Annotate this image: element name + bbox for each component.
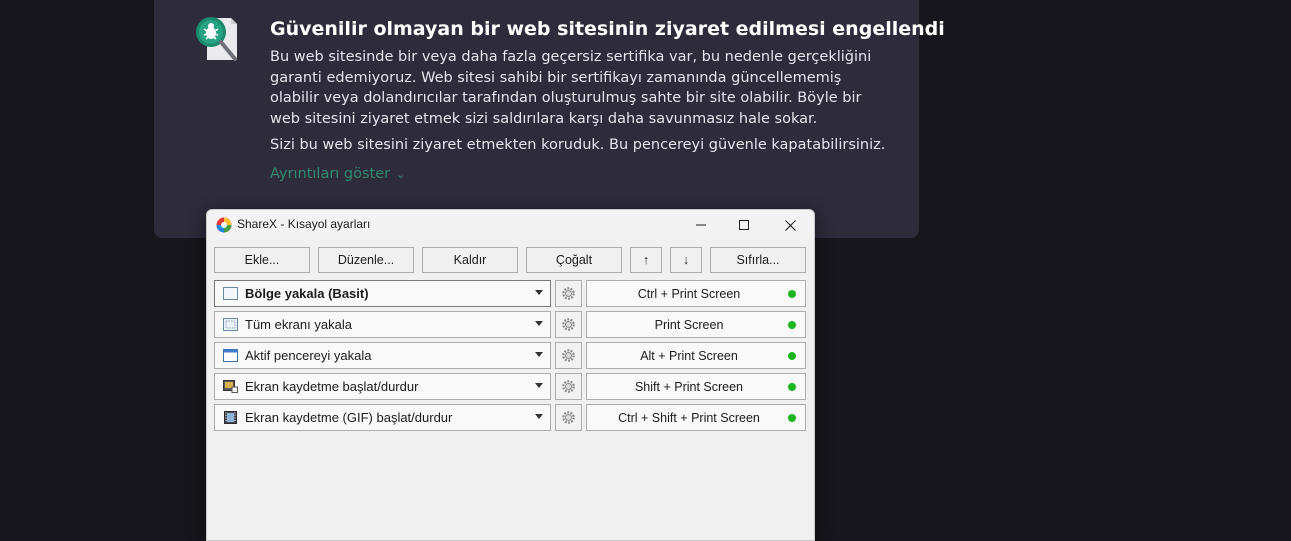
hotkey-input[interactable]: Print Screen (586, 311, 806, 338)
hotkey-label: Alt + Print Screen (640, 349, 738, 363)
chevron-down-icon: ⌄ (396, 168, 406, 181)
hotkey-label: Ctrl + Shift + Print Screen (618, 411, 760, 425)
task-select[interactable]: Aktif pencereyi yakala (214, 342, 551, 369)
close-icon (784, 219, 796, 231)
task-select[interactable]: Ekran kaydetme başlat/durdur (214, 373, 551, 400)
hotkey-row: Aktif pencereyi yakala Alt + Print Scree… (207, 342, 814, 369)
minimize-icon (696, 224, 706, 226)
window-titlebar[interactable]: ShareX - Kısayol ayarları (207, 210, 814, 240)
move-up-button[interactable]: ↑ (630, 247, 662, 273)
hotkey-status-indicator (788, 414, 796, 422)
chevron-down-icon (535, 290, 543, 295)
chevron-down-icon (535, 352, 543, 357)
hotkey-label: Ctrl + Print Screen (637, 287, 741, 301)
hotkey-status-indicator (788, 321, 796, 329)
task-settings-button[interactable] (555, 280, 582, 307)
task-select[interactable]: Bölge yakala (Basit) (214, 280, 551, 307)
gear-icon (562, 411, 575, 424)
task-select[interactable]: Tüm ekranı yakala (214, 311, 551, 338)
sharex-icon (216, 217, 232, 233)
task-label: Aktif pencereyi yakala (245, 348, 372, 363)
chevron-down-icon (535, 383, 543, 388)
hotkey-input[interactable]: Alt + Print Screen (586, 342, 806, 369)
add-button[interactable]: Ekle... (214, 247, 310, 273)
task-settings-button[interactable] (555, 373, 582, 400)
task-select[interactable]: Ekran kaydetme (GIF) başlat/durdur (214, 404, 551, 431)
reset-button[interactable]: Sıfırla... (710, 247, 806, 273)
maximize-icon (739, 220, 749, 230)
hotkey-status-indicator (788, 290, 796, 298)
task-settings-button[interactable] (555, 404, 582, 431)
task-label: Bölge yakala (Basit) (245, 286, 369, 301)
shield-bug-magnifier-icon (193, 15, 243, 65)
gear-icon (562, 380, 575, 393)
hotkey-row: Ekran kaydetme (GIF) başlat/durdur Ctrl … (207, 404, 814, 431)
task-label: Ekran kaydetme (GIF) başlat/durdur (245, 410, 453, 425)
task-settings-button[interactable] (555, 342, 582, 369)
duplicate-button[interactable]: Çoğalt (526, 247, 622, 273)
hotkey-row: Tüm ekranı yakala Print Screen (207, 311, 814, 338)
gear-icon (562, 349, 575, 362)
warning-title: Güvenilir olmayan bir web sitesinin ziya… (270, 18, 945, 40)
chevron-down-icon (535, 321, 543, 326)
hotkey-status-indicator (788, 352, 796, 360)
screen-record-icon (223, 380, 238, 393)
task-settings-button[interactable] (555, 311, 582, 338)
hotkey-input[interactable]: Shift + Print Screen (586, 373, 806, 400)
gif-record-icon (224, 411, 237, 424)
hotkey-status-indicator (788, 383, 796, 391)
sharex-hotkey-settings-window: ShareX - Kısayol ayarları Ekle... Düzenl… (206, 209, 815, 541)
hotkey-input[interactable]: Ctrl + Shift + Print Screen (586, 404, 806, 431)
hotkey-label: Shift + Print Screen (634, 380, 744, 394)
task-label: Tüm ekranı yakala (245, 317, 352, 332)
hotkey-row: Bölge yakala (Basit) Ctrl + Print Screen (207, 280, 814, 307)
task-label: Ekran kaydetme başlat/durdur (245, 379, 419, 394)
hotkey-label: Print Screen (654, 318, 724, 332)
show-details-link[interactable]: Ayrıntıları göster ⌄ (270, 164, 405, 185)
close-button[interactable] (767, 210, 813, 240)
minimize-button[interactable] (678, 210, 724, 240)
hotkey-row: Ekran kaydetme başlat/durdur Shift + Pri… (207, 373, 814, 400)
remove-button[interactable]: Kaldır (422, 247, 518, 273)
hotkey-input[interactable]: Ctrl + Print Screen (586, 280, 806, 307)
window-capture-icon (223, 349, 238, 362)
warning-description: Bu web sitesinde bir veya daha fazla geç… (270, 49, 872, 127)
maximize-button[interactable] (721, 210, 767, 240)
chevron-down-icon (535, 414, 543, 419)
gear-icon (562, 287, 575, 300)
warning-protection-note: Sizi bu web sitesini ziyaret etmekten ko… (270, 137, 886, 153)
region-capture-icon (223, 287, 238, 300)
move-down-button[interactable]: ↓ (670, 247, 702, 273)
window-title: ShareX - Kısayol ayarları (237, 217, 371, 231)
fullscreen-capture-icon (223, 318, 238, 331)
show-details-label: Ayrıntıları göster (270, 166, 391, 182)
edit-button[interactable]: Düzenle... (318, 247, 414, 273)
gear-icon (562, 318, 575, 331)
